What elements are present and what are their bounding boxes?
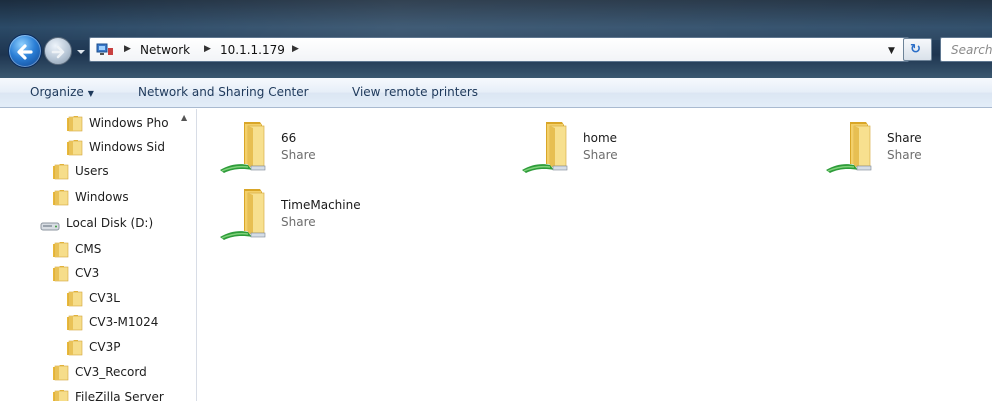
search-input[interactable]: Search bbox=[940, 37, 992, 62]
breadcrumb-separator-icon[interactable]: ▶ bbox=[124, 44, 131, 54]
sidebar-item-label: CV3L bbox=[89, 291, 120, 305]
address-field[interactable]: ▶ Network ▶ 10.1.1.179 ▶ bbox=[89, 37, 909, 62]
shared-folder-icon bbox=[824, 118, 886, 178]
breadcrumb-separator-icon[interactable]: ▶ bbox=[204, 44, 211, 54]
address-bar-region: ▶ Network ▶ 10.1.1.179 ▶ ▼ ↻ Search bbox=[0, 0, 992, 78]
folder-icon bbox=[52, 265, 70, 285]
organize-button[interactable]: Organize ▼ bbox=[30, 85, 94, 99]
sidebar-item-label: CV3-M1024 bbox=[89, 315, 159, 329]
share-name: home bbox=[583, 131, 618, 145]
sidebar-item[interactable]: Windows Pho bbox=[66, 113, 182, 135]
folder-icon bbox=[66, 290, 84, 310]
address-dropdown-icon[interactable]: ▼ bbox=[888, 46, 895, 56]
view-remote-printers-button[interactable]: View remote printers bbox=[352, 85, 478, 99]
folder-icon bbox=[52, 189, 70, 209]
recent-pages-dropdown-icon[interactable] bbox=[76, 46, 86, 58]
back-arrow-icon bbox=[17, 44, 33, 60]
forward-button[interactable] bbox=[44, 37, 72, 65]
sidebar-item[interactable]: CV3L bbox=[66, 288, 182, 310]
breadcrumb-network[interactable]: Network bbox=[140, 43, 190, 57]
shared-folder-icon bbox=[218, 185, 280, 245]
back-button[interactable] bbox=[8, 34, 42, 68]
sidebar-item[interactable]: CV3 bbox=[52, 263, 182, 285]
sidebar-item-label: CV3P bbox=[89, 340, 121, 354]
share-name: 66 bbox=[281, 131, 297, 145]
sidebar-item[interactable]: CV3-M1024 bbox=[66, 312, 182, 334]
share-item[interactable]: Share Share bbox=[824, 118, 992, 178]
breadcrumb-host[interactable]: 10.1.1.179 bbox=[220, 43, 285, 57]
sidebar-item[interactable]: CMS bbox=[52, 239, 182, 261]
share-item[interactable]: TimeMachine Share bbox=[218, 185, 438, 245]
command-bar: Organize ▼ Network and Sharing Center Vie… bbox=[0, 78, 992, 108]
share-item[interactable]: home Share bbox=[520, 118, 740, 178]
folder-icon bbox=[66, 339, 84, 359]
sidebar-item-label: FileZilla Server bbox=[75, 390, 164, 401]
refresh-button[interactable]: ↻ bbox=[903, 38, 932, 61]
folder-icon bbox=[52, 389, 70, 401]
navigation-pane[interactable]: ▲ Windows Pho Windows Sid Users Windows Loca… bbox=[0, 109, 197, 401]
share-type: Share bbox=[281, 148, 316, 162]
drive-icon bbox=[40, 215, 60, 235]
folder-icon bbox=[52, 163, 70, 183]
sidebar-item-label: Windows Sid bbox=[89, 140, 165, 154]
sidebar-item[interactable]: Windows Sid bbox=[66, 137, 182, 159]
sidebar-item-label: Users bbox=[75, 164, 109, 178]
folder-icon bbox=[66, 115, 84, 135]
sidebar-item-label: Windows bbox=[75, 190, 129, 204]
search-placeholder: Search bbox=[951, 43, 992, 57]
folder-icon bbox=[66, 139, 84, 159]
folder-icon bbox=[52, 364, 70, 384]
chevron-down-icon: ▼ bbox=[87, 89, 94, 98]
sidebar-item-label: CV3_Record bbox=[75, 365, 147, 379]
sidebar-item[interactable]: FileZilla Server bbox=[52, 387, 182, 401]
sidebar-item[interactable]: CV3_Record bbox=[52, 362, 182, 384]
share-type: Share bbox=[583, 148, 618, 162]
file-list[interactable]: 66 Share home Share Share Share TimeMachine Sha… bbox=[198, 109, 992, 401]
sidebar-item-label: CMS bbox=[75, 242, 102, 256]
share-type: Share bbox=[281, 215, 316, 229]
share-type: Share bbox=[887, 148, 922, 162]
share-name: TimeMachine bbox=[281, 198, 361, 212]
folder-icon bbox=[66, 314, 84, 334]
sidebar-item[interactable]: Local Disk (D:) bbox=[40, 213, 182, 235]
share-name: Share bbox=[887, 131, 922, 145]
sidebar-item[interactable]: CV3P bbox=[66, 337, 182, 359]
sidebar-item-label: CV3 bbox=[75, 266, 100, 280]
shared-folder-icon bbox=[520, 118, 582, 178]
network-sharing-center-button[interactable]: Network and Sharing Center bbox=[138, 85, 309, 99]
breadcrumb-separator-icon[interactable]: ▶ bbox=[292, 44, 299, 54]
sidebar-item[interactable]: Windows bbox=[52, 187, 182, 209]
sidebar-item-label: Local Disk (D:) bbox=[66, 216, 154, 230]
shared-folder-icon bbox=[218, 118, 280, 178]
organize-label: Organize bbox=[30, 85, 84, 99]
share-item[interactable]: 66 Share bbox=[218, 118, 438, 178]
refresh-icon: ↻ bbox=[910, 42, 921, 57]
network-icon bbox=[96, 43, 113, 55]
forward-arrow-icon bbox=[51, 45, 65, 59]
sidebar-item[interactable]: Users bbox=[52, 161, 182, 183]
sidebar-item-label: Windows Pho bbox=[89, 116, 169, 130]
folder-icon bbox=[52, 241, 70, 261]
